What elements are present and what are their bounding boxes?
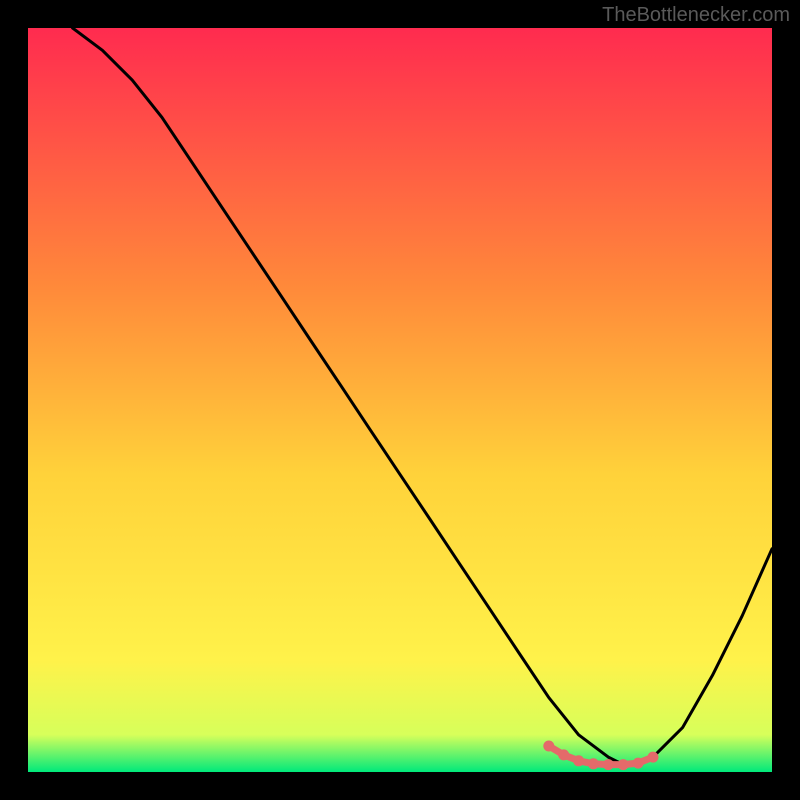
watermark-text: TheBottlenecker.com	[602, 4, 790, 27]
plot-area	[28, 28, 772, 772]
chart-container: TheBottlenecker.com	[0, 0, 800, 800]
optimal-point-marker	[618, 759, 629, 770]
optimal-point-marker	[588, 758, 599, 769]
optimal-point-marker	[543, 741, 554, 752]
chart-svg	[28, 28, 772, 772]
optimal-point-marker	[648, 752, 659, 763]
optimal-point-marker	[573, 755, 584, 766]
optimal-point-marker	[603, 759, 614, 770]
optimal-point-marker	[633, 758, 644, 769]
optimal-point-marker	[558, 749, 569, 760]
gradient-background	[28, 28, 772, 772]
